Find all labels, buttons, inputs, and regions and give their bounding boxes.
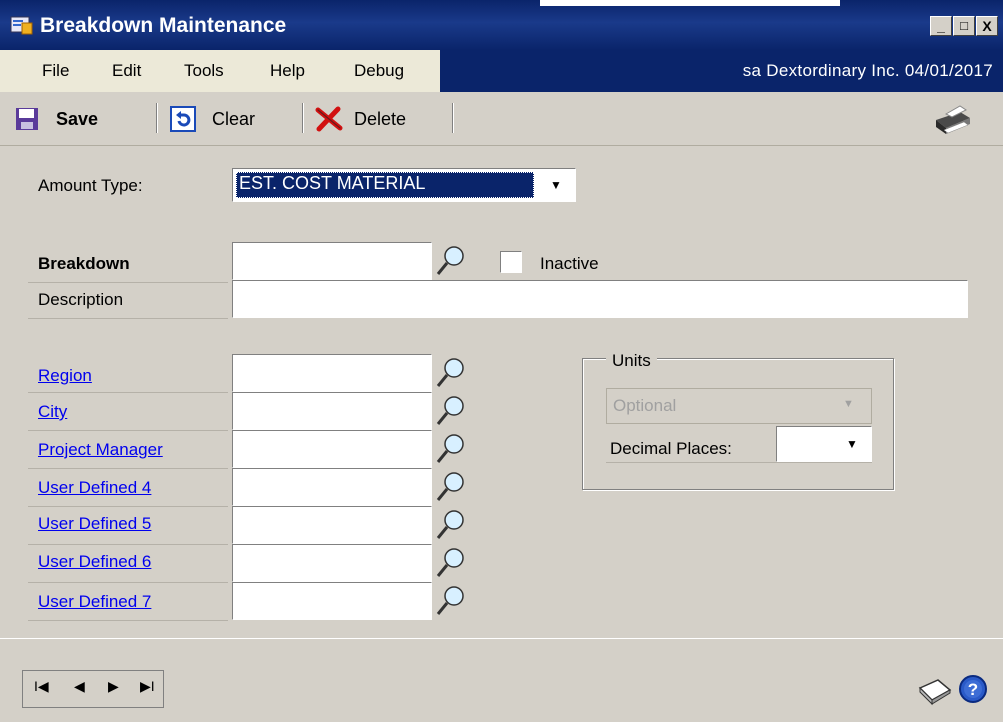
chevron-down-icon[interactable]: ▼ — [835, 429, 869, 459]
title-bar-highlight — [540, 0, 840, 6]
row-divider — [606, 462, 872, 463]
user-defined-7-input[interactable] — [232, 582, 432, 620]
row-divider — [28, 468, 228, 469]
toolbar-separator — [156, 103, 158, 133]
printer-icon[interactable] — [930, 100, 974, 138]
region-lookup-button[interactable] — [434, 355, 466, 391]
region-input[interactable] — [232, 354, 432, 392]
clear-button[interactable]: Clear — [212, 109, 255, 130]
chevron-down-icon[interactable]: ▼ — [539, 171, 573, 199]
row-divider — [28, 544, 228, 545]
svg-text:?: ? — [968, 680, 978, 699]
amount-type-dropdown[interactable]: EST. COST MATERIAL ▼ — [232, 168, 576, 202]
row-divider — [28, 392, 228, 393]
decimal-places-label: Decimal Places: — [610, 439, 732, 458]
app-icon — [10, 14, 34, 36]
toolbar-separator — [302, 103, 304, 133]
city-link[interactable]: City — [38, 402, 67, 422]
user-defined-4-input[interactable] — [232, 468, 432, 506]
user-defined-6-link[interactable]: User Defined 6 — [38, 552, 151, 572]
row-divider — [28, 506, 228, 507]
project-manager-link[interactable]: Project Manager — [38, 440, 163, 460]
close-button[interactable]: X — [976, 16, 998, 36]
row-divider — [28, 620, 228, 621]
menu-debug[interactable]: Debug — [354, 61, 404, 81]
city-input[interactable] — [232, 392, 432, 430]
magnifier-icon — [436, 586, 464, 615]
save-icon — [14, 106, 40, 132]
chevron-down-icon: ▼ — [843, 398, 854, 410]
toolbar — [0, 92, 1003, 146]
menu-help[interactable]: Help — [270, 61, 305, 81]
inactive-label: Inactive — [540, 254, 599, 273]
user-defined-7-lookup-button[interactable] — [434, 583, 466, 619]
user-defined-4-lookup-button[interactable] — [434, 469, 466, 505]
user-defined-5-lookup-button[interactable] — [434, 507, 466, 543]
user-defined-5-input[interactable] — [232, 506, 432, 544]
inactive-checkbox[interactable] — [500, 251, 522, 273]
magnifier-icon — [436, 510, 464, 539]
next-record-button[interactable]: ▶ — [108, 678, 119, 695]
city-lookup-button[interactable] — [434, 393, 466, 429]
user-defined-6-lookup-button[interactable] — [434, 545, 466, 581]
delete-icon — [314, 106, 344, 132]
maximize-button[interactable]: □ — [953, 16, 975, 36]
row-divider — [28, 430, 228, 431]
project-manager-lookup-button[interactable] — [434, 431, 466, 467]
description-label: Description — [38, 290, 124, 309]
menu-edit[interactable]: Edit — [112, 61, 141, 81]
user-defined-7-link[interactable]: User Defined 7 — [38, 592, 151, 612]
units-optional-value: Optional — [613, 396, 677, 415]
magnifier-icon — [436, 472, 464, 501]
magnifier-icon — [436, 246, 464, 275]
minimize-button[interactable]: _ — [930, 16, 952, 36]
user-defined-5-link[interactable]: User Defined 5 — [38, 514, 151, 534]
amount-type-value: EST. COST MATERIAL — [239, 173, 426, 193]
delete-button[interactable]: Delete — [354, 109, 406, 130]
units-group — [582, 358, 894, 490]
row-divider — [28, 318, 228, 319]
user-defined-4-link[interactable]: User Defined 4 — [38, 478, 151, 498]
note-icon[interactable] — [916, 676, 952, 706]
clear-icon — [170, 106, 196, 132]
row-divider — [28, 282, 228, 283]
toolbar-separator — [452, 103, 454, 133]
last-record-button[interactable]: ▶I — [140, 678, 155, 695]
breakdown-lookup-button[interactable] — [434, 243, 466, 279]
previous-record-button[interactable]: ◀ — [74, 678, 85, 695]
description-input[interactable] — [232, 280, 968, 318]
amount-type-label: Amount Type: — [38, 176, 143, 195]
window-title: Breakdown Maintenance — [40, 14, 287, 37]
first-record-button[interactable]: I◀ — [34, 678, 49, 695]
project-manager-input[interactable] — [232, 430, 432, 468]
row-divider — [28, 582, 228, 583]
user-company-date: sa Dextordinary Inc. 04/01/2017 — [742, 61, 993, 80]
menu-file[interactable]: File — [42, 61, 69, 81]
user-defined-6-input[interactable] — [232, 544, 432, 582]
region-link[interactable]: Region — [38, 366, 92, 386]
magnifier-icon — [436, 434, 464, 463]
help-icon[interactable]: ? — [958, 674, 988, 704]
save-button[interactable]: Save — [56, 109, 98, 130]
breakdown-label: Breakdown — [38, 254, 130, 273]
magnifier-icon — [436, 548, 464, 577]
breakdown-input[interactable] — [232, 242, 432, 280]
menu-tools[interactable]: Tools — [184, 61, 224, 81]
units-optional-dropdown: Optional ▼ — [606, 388, 872, 424]
magnifier-icon — [436, 396, 464, 425]
magnifier-icon — [436, 358, 464, 387]
decimal-places-dropdown[interactable]: ▼ — [776, 426, 872, 462]
units-group-label: Units — [606, 351, 657, 371]
